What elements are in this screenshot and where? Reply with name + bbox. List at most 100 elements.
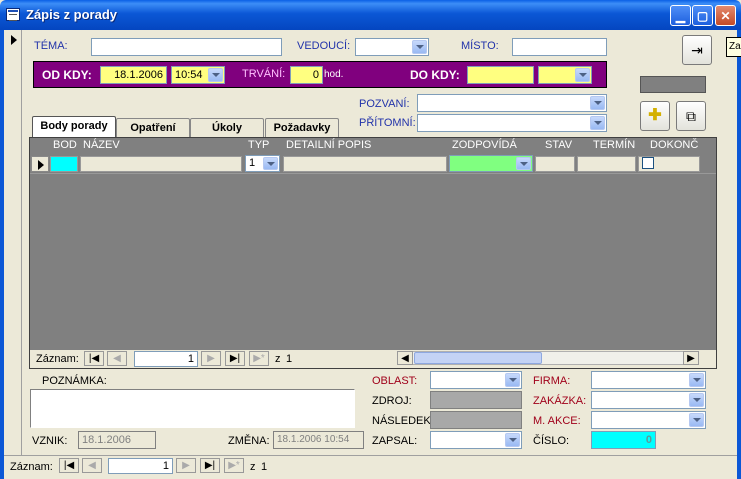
cislo-field: 0 — [591, 431, 656, 449]
do-date-input[interactable] — [467, 66, 534, 84]
close-form-button[interactable]: ⇥ — [682, 35, 712, 65]
chevron-down-icon[interactable] — [575, 68, 590, 82]
detailni-popis-cell[interactable] — [283, 156, 447, 172]
record-selector[interactable] — [4, 30, 22, 455]
minimize-icon: ▁ — [675, 9, 686, 23]
close-button[interactable]: ✕ — [715, 5, 736, 26]
zmena-label: ZMĚNA: — [228, 435, 270, 447]
typ-value: 1 — [249, 157, 256, 169]
poznamka-textarea[interactable] — [30, 389, 355, 428]
record-number-input[interactable]: 1 — [108, 458, 173, 474]
bod-cell[interactable] — [50, 156, 78, 172]
chevron-down-icon[interactable] — [689, 373, 704, 387]
prev-record-icon: ◀ — [113, 353, 121, 364]
m-akce-label: M. AKCE: — [533, 415, 581, 427]
sub-prev-record-button[interactable]: ◀ — [107, 351, 127, 366]
chevron-down-icon[interactable] — [590, 96, 605, 110]
zdroj-label: ZDROJ: — [372, 395, 412, 407]
chevron-down-icon[interactable] — [505, 433, 520, 447]
grid-divider — [30, 173, 716, 174]
chevron-down-icon[interactable] — [516, 157, 531, 170]
tooltip: Za — [726, 37, 741, 57]
sub-first-record-button[interactable]: |◀ — [84, 351, 104, 366]
tab-ukoly[interactable]: Úkoly — [190, 118, 264, 137]
sub-record-number-input[interactable]: 1 — [134, 351, 198, 367]
add-button[interactable]: ✚ — [640, 101, 670, 131]
chevron-down-icon[interactable] — [689, 413, 704, 427]
nasledek-field — [430, 411, 522, 429]
scroll-right-button[interactable]: ▶ — [683, 351, 699, 365]
firma-combo[interactable] — [591, 371, 706, 389]
vznik-field: 18.1.2006 — [78, 431, 156, 449]
misto-label: MÍSTO: — [461, 40, 499, 52]
chevron-down-icon[interactable] — [505, 373, 520, 387]
zakazka-combo[interactable] — [591, 391, 706, 409]
chevron-down-icon[interactable] — [590, 116, 605, 130]
main-nav-label: Záznam: — [10, 461, 53, 473]
pozvani-combo[interactable] — [417, 94, 607, 112]
new-record-button[interactable]: ▶* — [224, 458, 244, 473]
tab-body-porady[interactable]: Body porady — [32, 116, 116, 138]
next-record-icon: ▶ — [207, 353, 215, 364]
m-akce-combo[interactable] — [591, 411, 706, 429]
prev-record-button[interactable]: ◀ — [82, 458, 102, 473]
next-record-button[interactable]: ▶ — [176, 458, 196, 473]
sub-next-record-button[interactable]: ▶ — [201, 351, 221, 366]
chevron-down-icon[interactable] — [208, 68, 223, 82]
do-kdy-label: DO KDY: — [410, 68, 460, 82]
copy-button[interactable]: ⧉ — [676, 101, 706, 131]
col-bod: BOD — [53, 139, 77, 151]
arrow-right-icon: ▶ — [687, 353, 695, 364]
zmena-field: 18.1.2006 10:54 — [273, 431, 364, 449]
od-date-input[interactable]: 18.1.2006 — [100, 66, 167, 84]
stav-cell[interactable] — [535, 156, 575, 172]
prev-record-icon: ◀ — [88, 460, 96, 471]
form-icon[interactable] — [6, 8, 20, 21]
chevron-down-icon[interactable] — [412, 40, 427, 54]
tab-pozadavky[interactable]: Požadavky — [265, 118, 339, 137]
vedouci-combo[interactable] — [355, 38, 429, 56]
nazev-cell[interactable] — [80, 156, 242, 172]
maximize-button[interactable]: ▢ — [692, 5, 713, 26]
trvani-input[interactable]: 0 — [290, 66, 323, 84]
dokonceno-checkbox[interactable] — [642, 157, 654, 169]
col-zodpovida: ZODPOVÍDÁ — [452, 139, 517, 151]
scroll-thumb[interactable] — [414, 352, 542, 364]
nasledek-label: NÁSLEDEK: — [372, 415, 434, 427]
first-record-icon: |◀ — [63, 460, 75, 471]
do-time-combo[interactable] — [538, 66, 592, 84]
last-record-button[interactable]: ▶| — [200, 458, 220, 473]
misto-input[interactable] — [512, 38, 607, 56]
sub-total-count: 1 — [286, 353, 293, 365]
termin-cell[interactable] — [577, 156, 636, 172]
sub-total-prefix: z — [275, 353, 281, 365]
od-time-combo[interactable]: 10:54 — [171, 66, 225, 84]
oblast-combo[interactable] — [430, 371, 522, 389]
copy-icon: ⧉ — [686, 108, 696, 124]
first-record-button[interactable]: |◀ — [59, 458, 79, 473]
minimize-button[interactable]: ▁ — [670, 5, 691, 26]
pritomni-label: PŘÍTOMNÍ: — [359, 117, 416, 129]
current-record-arrow-icon — [11, 35, 17, 45]
maximize-icon: ▢ — [696, 9, 709, 23]
status-box — [640, 76, 706, 93]
sub-new-record-button[interactable]: ▶* — [249, 351, 269, 366]
scroll-left-button[interactable]: ◀ — [397, 351, 413, 365]
current-row-arrow-icon — [38, 160, 44, 170]
tema-label: TÉMA: — [34, 40, 68, 52]
row-selector[interactable] — [31, 156, 49, 172]
zodpovida-combo[interactable] — [449, 155, 533, 172]
col-termin: TERMÍN — [593, 139, 636, 151]
tab-opatreni[interactable]: Opatření — [116, 118, 190, 137]
chevron-down-icon[interactable] — [263, 157, 278, 170]
pritomni-combo[interactable] — [417, 114, 607, 132]
window-frame-right — [737, 30, 741, 479]
window-title: Zápis z porady — [26, 7, 118, 22]
chevron-down-icon[interactable] — [689, 393, 704, 407]
pozvani-label: POZVANÍ: — [359, 98, 410, 110]
zapsal-combo[interactable] — [430, 431, 522, 449]
typ-combo[interactable]: 1 — [245, 155, 280, 172]
last-record-icon: ▶| — [204, 460, 216, 471]
tema-input[interactable] — [91, 38, 282, 56]
sub-last-record-button[interactable]: ▶| — [225, 351, 245, 366]
